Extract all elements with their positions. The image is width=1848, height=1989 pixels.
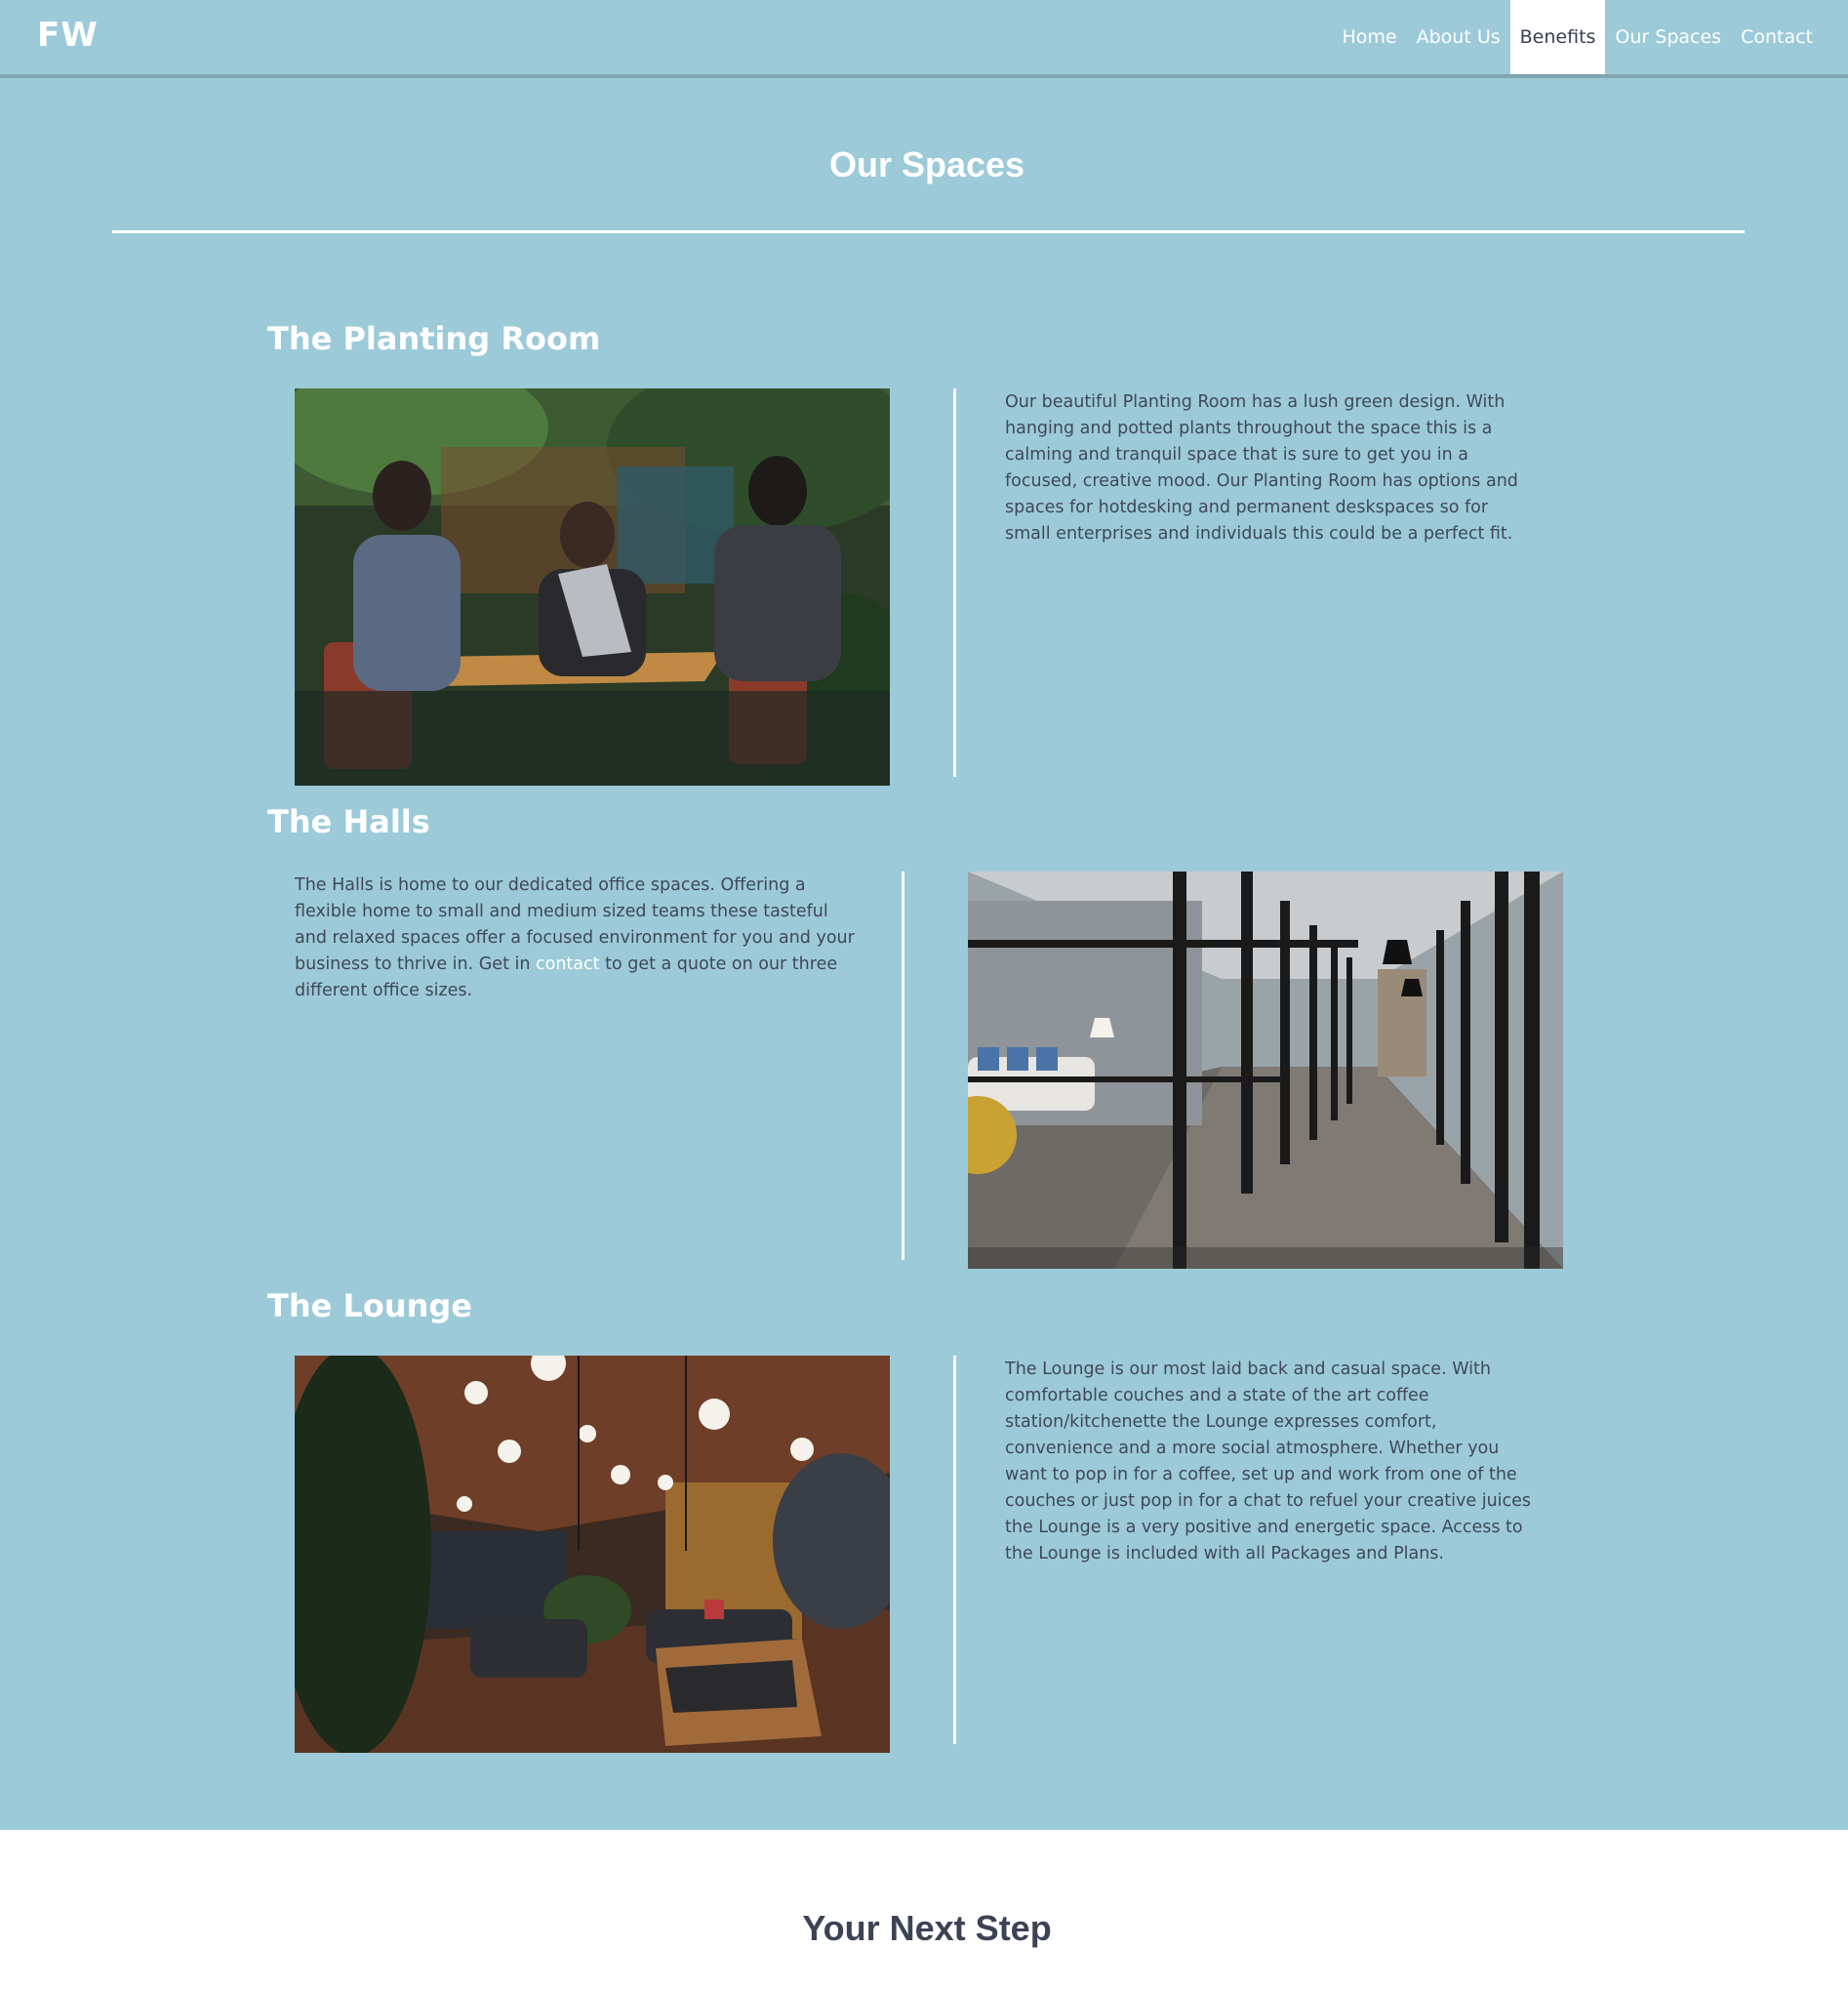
nav-about-us[interactable]: About Us bbox=[1407, 0, 1510, 74]
nav-contact[interactable]: Contact bbox=[1731, 0, 1823, 74]
planting-room-description: Our beautiful Planting Room has a lush g… bbox=[1005, 392, 1518, 544]
our-spaces-section: Our Spaces The Planting Room Our beautif… bbox=[0, 78, 1848, 1830]
lounge-divider bbox=[953, 1356, 956, 1744]
halls-contact-link[interactable]: contact bbox=[536, 954, 600, 974]
site-header: FW Home About Us Benefits Our Spaces Con… bbox=[0, 0, 1848, 78]
halls-photo bbox=[968, 872, 1563, 1269]
next-step-section: Your Next Step bbox=[0, 1830, 1848, 1989]
page-title: Our Spaces bbox=[828, 144, 1025, 184]
title-divider bbox=[112, 230, 1745, 233]
planting-room-divider bbox=[953, 388, 956, 777]
lounge-photo bbox=[295, 1356, 890, 1753]
lounge-description: The Lounge is our most laid back and cas… bbox=[1005, 1360, 1532, 1563]
halls-divider bbox=[902, 872, 904, 1260]
main-nav: Home About Us Benefits Our Spaces Contac… bbox=[1333, 0, 1848, 74]
site-logo[interactable]: FW bbox=[37, 16, 99, 55]
lounge-heading: The Lounge bbox=[267, 1287, 472, 1324]
next-step-title: Your Next Step bbox=[802, 1908, 1052, 1948]
planting-room-photo bbox=[295, 388, 890, 786]
nav-benefits[interactable]: Benefits bbox=[1509, 0, 1606, 74]
nav-our-spaces[interactable]: Our Spaces bbox=[1605, 0, 1731, 74]
planting-room-heading: The Planting Room bbox=[267, 320, 601, 357]
halls-description: The Halls is home to our dedicated offic… bbox=[295, 873, 861, 1004]
halls-heading: The Halls bbox=[267, 803, 430, 840]
nav-home[interactable]: Home bbox=[1333, 0, 1407, 74]
